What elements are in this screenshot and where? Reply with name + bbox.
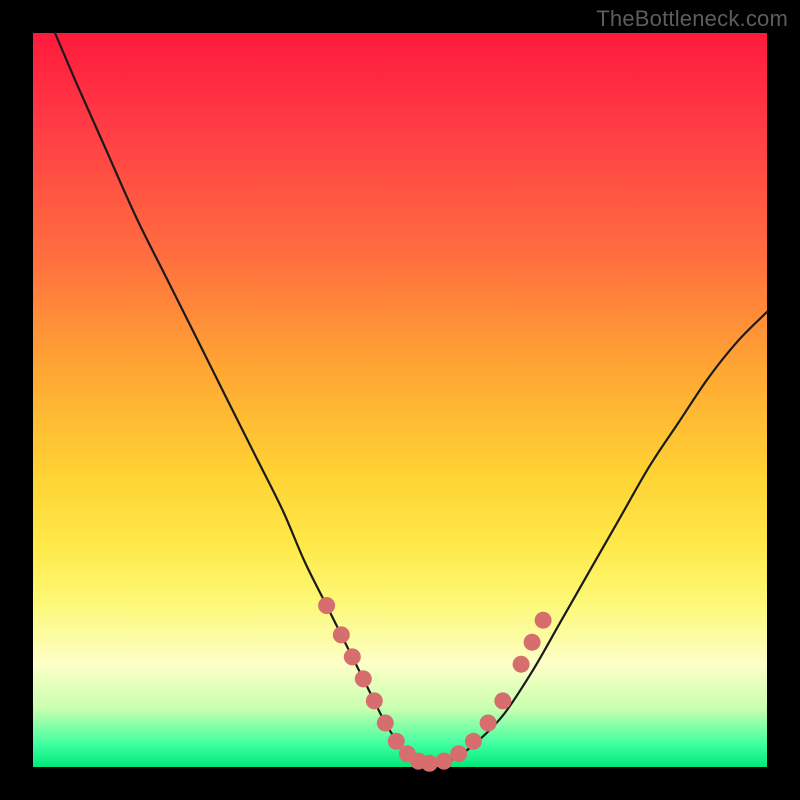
- curve-marker: [344, 648, 361, 665]
- curve-marker: [524, 634, 541, 651]
- bottleneck-curve-svg: [33, 33, 767, 767]
- curve-marker: [366, 692, 383, 709]
- curve-marker: [377, 715, 394, 732]
- curve-marker: [494, 692, 511, 709]
- curve-marker: [535, 612, 552, 629]
- bottleneck-curve-line: [55, 33, 767, 763]
- curve-marker: [465, 733, 482, 750]
- curve-marker: [355, 670, 372, 687]
- curve-marker: [436, 753, 453, 770]
- curve-marker: [480, 715, 497, 732]
- watermark-label: TheBottleneck.com: [596, 6, 788, 32]
- curve-marker: [318, 597, 335, 614]
- curve-marker: [450, 745, 467, 762]
- curve-markers: [318, 597, 551, 772]
- plot-area: [33, 33, 767, 767]
- curve-marker: [333, 626, 350, 643]
- curve-marker: [421, 755, 438, 772]
- curve-marker: [513, 656, 530, 673]
- chart-frame: TheBottleneck.com: [0, 0, 800, 800]
